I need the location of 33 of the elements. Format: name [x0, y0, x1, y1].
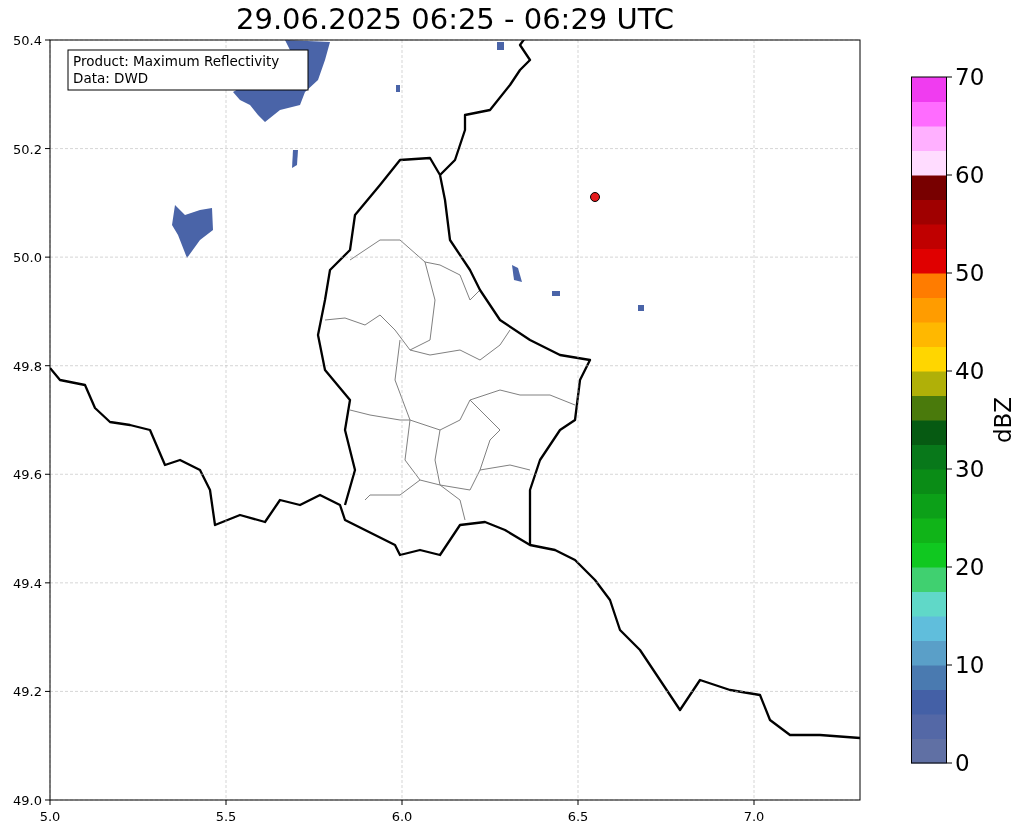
axis-tick-label: 5.5: [215, 809, 237, 824]
axis-tick-label: 50.0: [13, 250, 42, 266]
legend-text: Product: Maximum Reflectivity: [73, 53, 280, 69]
colorbar-tick-label: 50: [955, 260, 985, 286]
radar-echo: [292, 150, 298, 168]
colorbar-label: dBZ: [990, 396, 1016, 444]
radar-echo: [172, 205, 213, 258]
colorbar-tick-label: 10: [955, 652, 985, 678]
radar-echo: [552, 291, 560, 296]
location-marker: [590, 192, 600, 202]
axis-tick-label: 6.0: [391, 809, 413, 824]
axis-tick-label: 49.0: [13, 793, 42, 808]
axis-tick-label: 50.4: [13, 33, 42, 48]
axis-tick-label: 49.8: [13, 358, 42, 374]
colorbar-tick-label: 30: [955, 456, 985, 482]
colorbar-tick-label: 60: [955, 162, 985, 188]
axis-tick-label: 49.4: [13, 575, 42, 591]
axis-tick-label: 6.5: [567, 809, 589, 824]
chart-title: 29.06.2025 06:25 - 06:29 UTC: [236, 2, 674, 36]
radar-echo: [497, 42, 504, 50]
colorbar-tick-label: 70: [955, 64, 985, 90]
radar-echo: [638, 305, 644, 311]
colorbar-tick-label: 40: [955, 358, 985, 384]
axis-tick-label: 49.2: [13, 684, 42, 700]
legend-text: Data: DWD: [73, 70, 149, 86]
axis-tick-label: 5.0: [39, 809, 61, 824]
colorbar-tick-label: 0: [955, 750, 970, 776]
radar-echo: [396, 85, 400, 92]
axis-tick-label: 50.2: [13, 141, 42, 157]
radar-echo: [512, 265, 522, 282]
axis-tick-label: 7.0: [743, 809, 765, 824]
axis-tick-label: 49.6: [13, 467, 42, 483]
colorbar-tick-label: 20: [955, 554, 985, 580]
